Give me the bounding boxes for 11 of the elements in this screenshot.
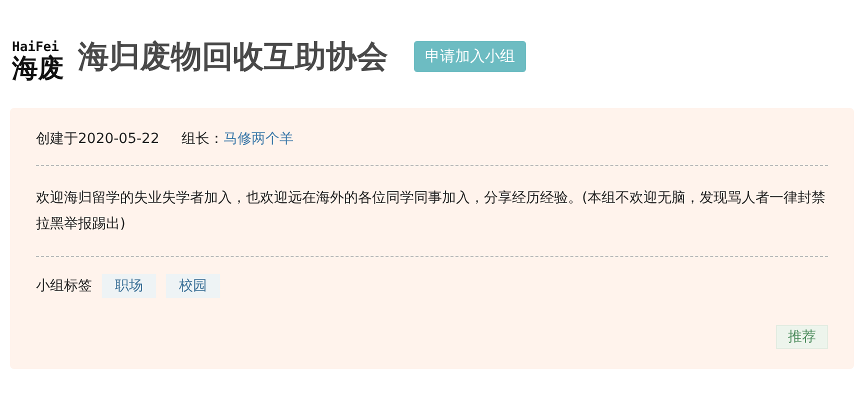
tag-link[interactable]: 校园: [166, 274, 220, 298]
group-description: 欢迎海归留学的失业失学者加入，也欢迎远在海外的各位同学同事加入，分享经历经验。(本组不欢迎无脑，发现骂人者一律封禁拉黑举报踢出): [36, 189, 826, 234]
owner-label: 组长：: [181, 130, 224, 148]
group-title: 海归废物回收互助协会: [78, 38, 388, 76]
logo-text: 海废: [12, 55, 64, 84]
tags-label: 小组标签: [36, 277, 92, 295]
owner-link[interactable]: 马修两个羊: [223, 130, 294, 148]
created-date: 创建于2020-05-22: [36, 130, 160, 148]
tag-link[interactable]: 职场: [102, 274, 156, 298]
recommend-button[interactable]: 推荐: [776, 325, 828, 349]
logo-text: HaiFei: [12, 40, 59, 56]
